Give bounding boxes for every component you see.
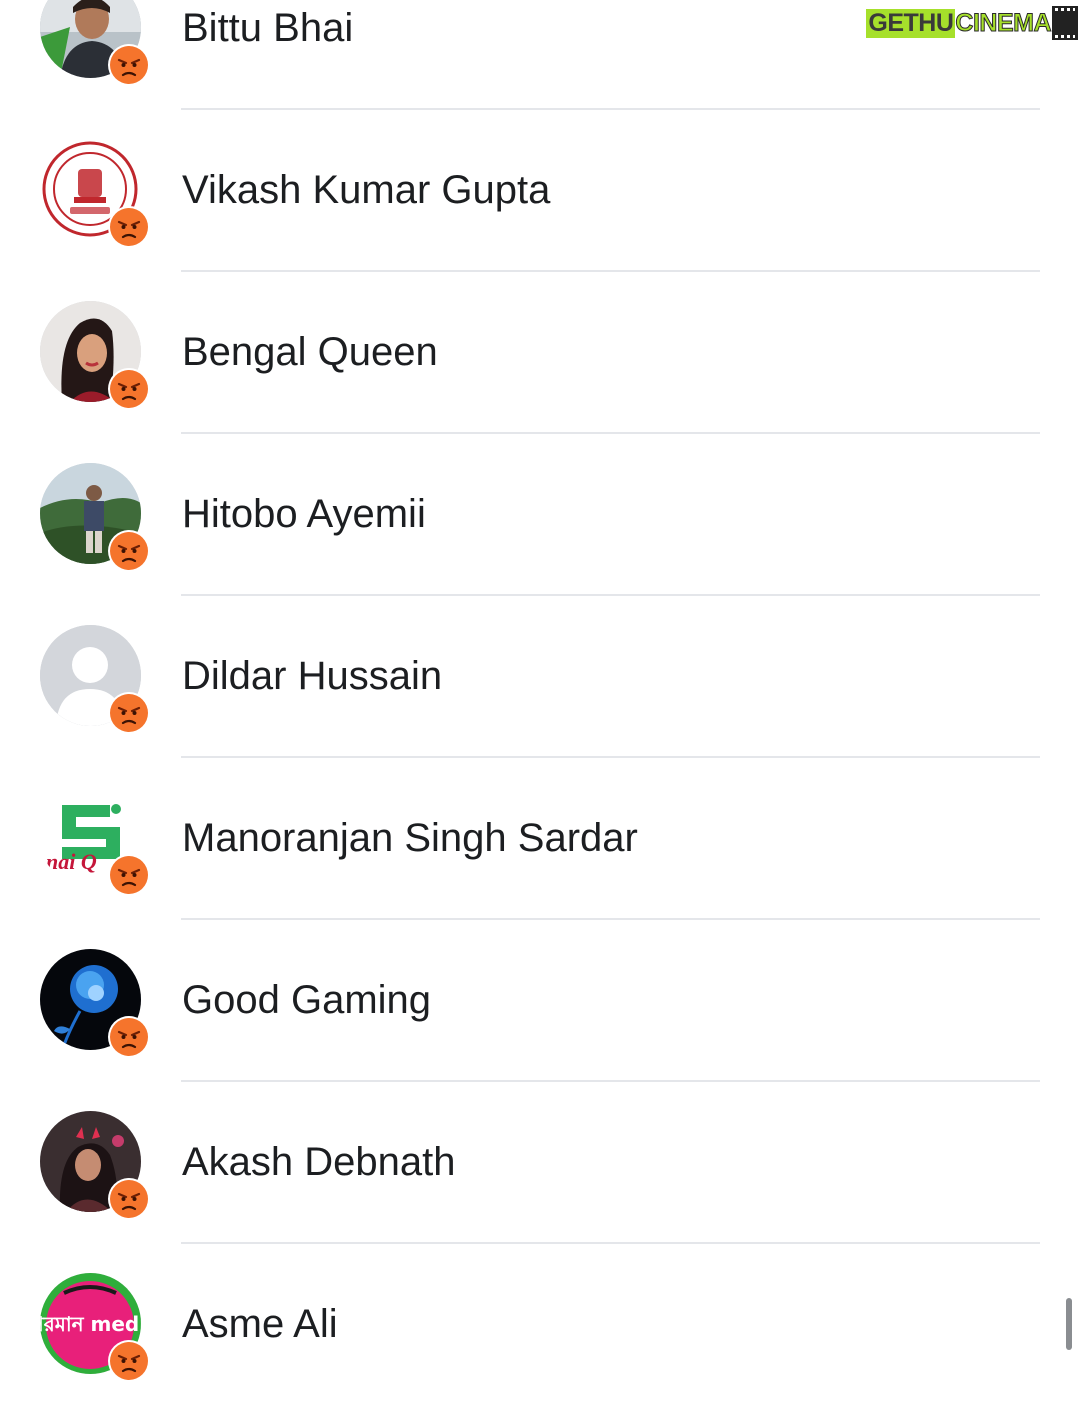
watermark-text-1: GETHU <box>866 8 956 38</box>
list-item[interactable]: আরমান media Asme Ali <box>0 1239 1080 1401</box>
list-item[interactable]: Vikash Kumar Gupta <box>0 105 1080 272</box>
person-name[interactable]: Good Gaming <box>182 977 431 1023</box>
angry-face-icon <box>108 1340 150 1382</box>
angry-face-icon <box>108 530 150 572</box>
angry-face-icon <box>108 368 150 410</box>
person-name[interactable]: Asme Ali <box>182 1301 338 1347</box>
film-strip-icon <box>1052 6 1078 40</box>
person-name[interactable]: Dildar Hussain <box>182 653 442 699</box>
angry-face-icon <box>108 854 150 896</box>
list-item[interactable]: nai Q Manoranjan Singh Sardar <box>0 753 1080 920</box>
watermark-logo: GETHU CINEMA <box>866 6 1078 40</box>
person-name[interactable]: Bengal Queen <box>182 329 438 375</box>
person-name[interactable]: Hitobo Ayemii <box>182 491 426 537</box>
person-name[interactable]: Akash Debnath <box>182 1139 456 1185</box>
person-name[interactable]: Bittu Bhai <box>182 5 353 51</box>
avatar-logo-text: nai Q <box>46 849 97 874</box>
angry-face-icon <box>108 44 150 86</box>
person-name[interactable]: Vikash Kumar Gupta <box>182 167 550 213</box>
watermark-text-2: CINEMA <box>955 8 1052 37</box>
person-name[interactable]: Manoranjan Singh Sardar <box>182 815 638 861</box>
angry-face-icon <box>108 206 150 248</box>
angry-face-icon <box>108 1178 150 1220</box>
list-item[interactable]: Hitobo Ayemii <box>0 429 1080 596</box>
scrollbar[interactable] <box>1066 1298 1072 1350</box>
list-item[interactable]: Akash Debnath <box>0 1077 1080 1244</box>
angry-face-icon <box>108 692 150 734</box>
list-item[interactable]: Dildar Hussain <box>0 591 1080 758</box>
list-item[interactable]: Good Gaming <box>0 915 1080 1082</box>
avatar-logo-text: আরমান media <box>40 1312 141 1336</box>
list-item[interactable]: Bengal Queen <box>0 267 1080 434</box>
angry-face-icon <box>108 1016 150 1058</box>
